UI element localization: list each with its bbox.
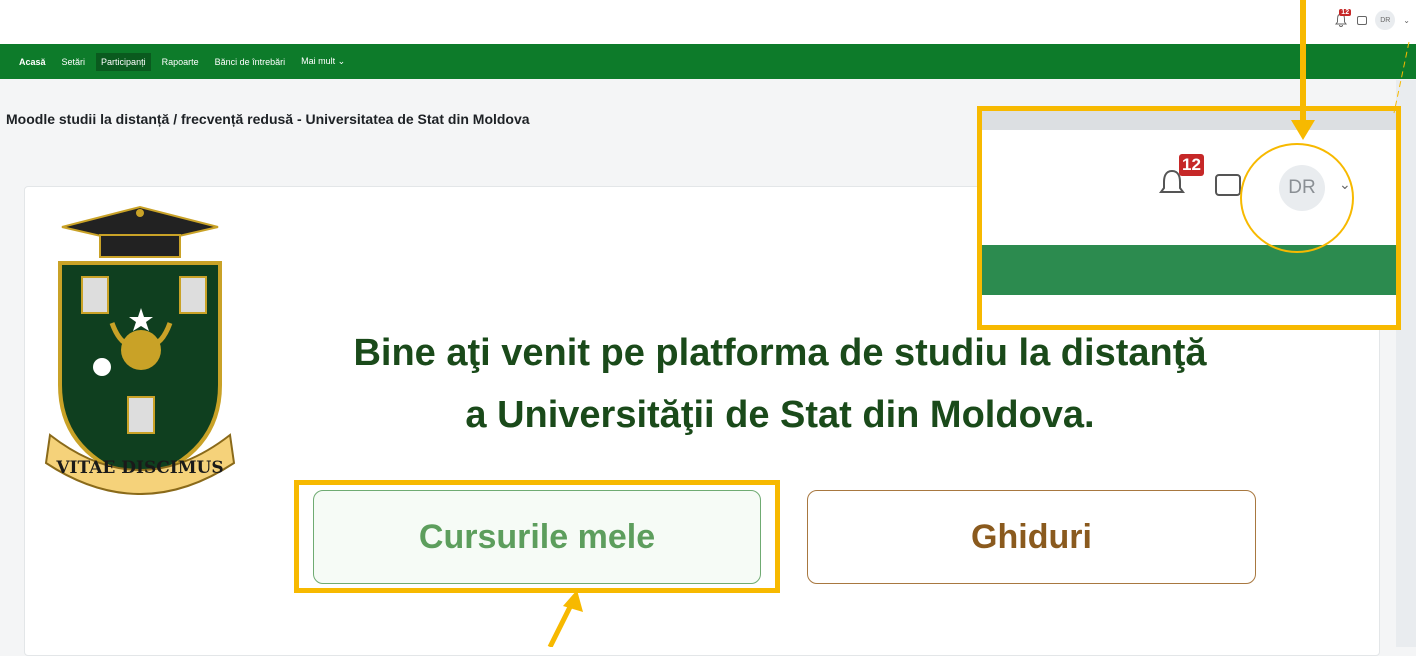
zoom-notification-badge: 12 (1179, 154, 1204, 176)
guides-button[interactable]: Ghiduri (807, 490, 1256, 584)
my-courses-button[interactable]: Cursurile mele (313, 490, 761, 584)
nav-participants[interactable]: Participanți (96, 52, 151, 71)
course-navigation: Acasă Setări Participanți Rapoarte Bănci… (0, 44, 1416, 79)
avatar[interactable]: DR (1375, 10, 1396, 30)
zoom-messages-icon (1215, 174, 1241, 196)
welcome-line-1: Bine aţi venit pe platforma de studiu la… (353, 332, 1207, 374)
avatar-highlight-circle (1240, 143, 1354, 253)
university-crest-logo: VITAE DISCIMUS (44, 205, 236, 495)
top-bar: 12 DR ⌄ (0, 0, 1416, 44)
welcome-heading: Bine aţi venit pe platforma de studiu la… (230, 322, 1330, 446)
nav-home[interactable]: Acasă (14, 53, 51, 71)
zoom-green-band (977, 245, 1401, 295)
nav-question-banks[interactable]: Bănci de întrebări (210, 53, 291, 71)
page-title: Moodle studii la distanță / frecvență re… (6, 111, 530, 127)
user-toolbar: 12 DR ⌄ (1335, 9, 1410, 30)
messages-icon[interactable] (1357, 15, 1368, 25)
notifications-bell-icon[interactable]: 12 (1335, 9, 1352, 27)
nav-settings[interactable]: Setări (57, 53, 91, 71)
nav-reports[interactable]: Rapoarte (157, 53, 204, 71)
chevron-down-icon[interactable]: ⌄ (1403, 16, 1410, 25)
zoom-top-band (977, 108, 1401, 130)
welcome-line-2: a Universităţii de Stat din Moldova. (465, 394, 1095, 436)
notification-count-badge: 12 (1339, 9, 1352, 16)
zoom-white-band (977, 295, 1297, 330)
nav-more-menu[interactable]: Mai mult ⌄ (296, 52, 350, 71)
crest-motto: VITAE DISCIMUS (55, 458, 223, 478)
